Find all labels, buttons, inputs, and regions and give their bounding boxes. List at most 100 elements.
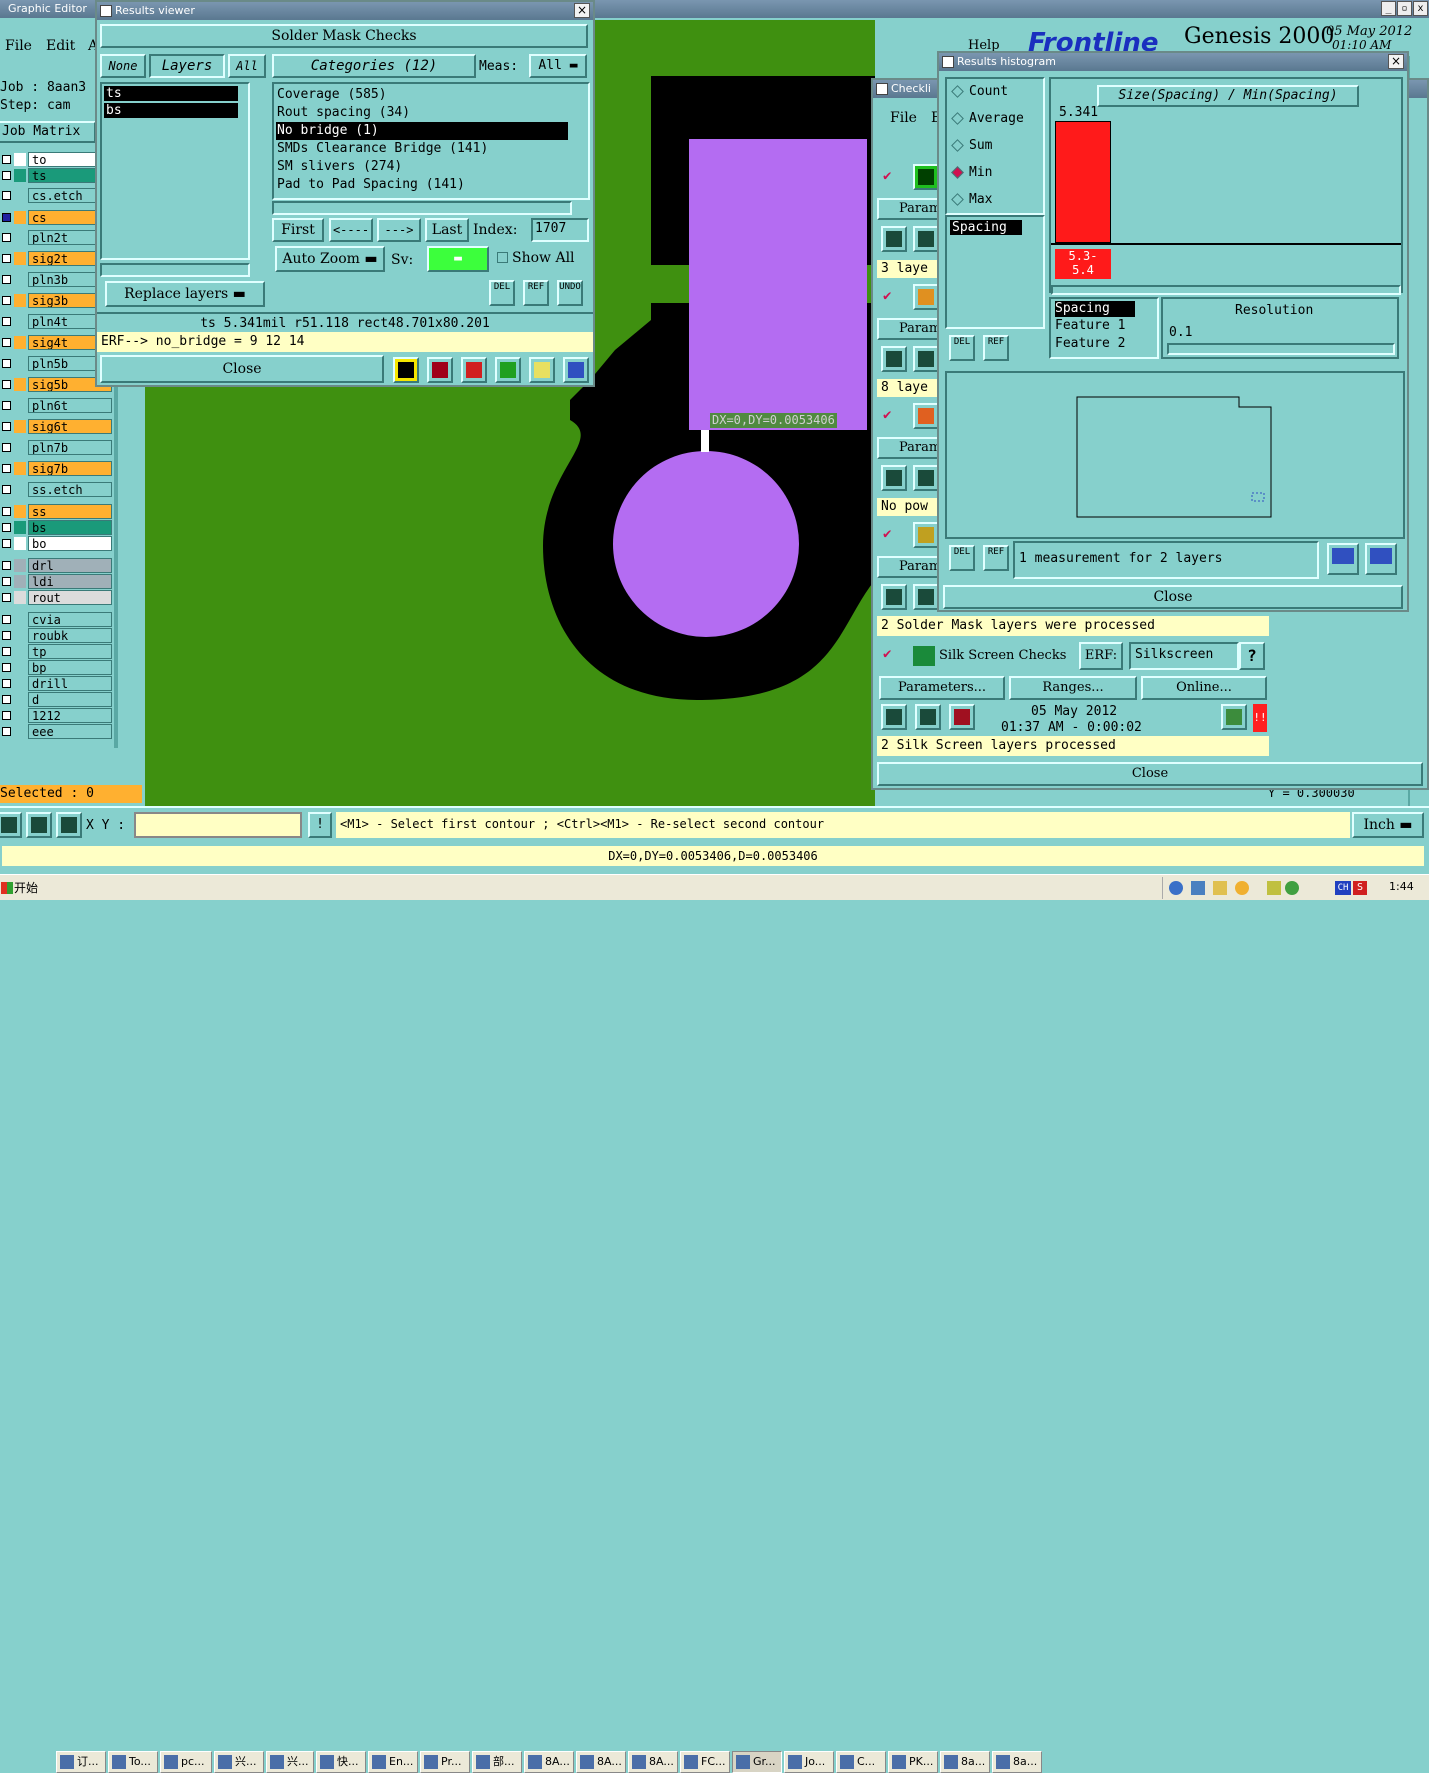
ref-icon[interactable]: REF (523, 280, 549, 306)
run-icon-4a[interactable] (881, 584, 907, 610)
layer-checkbox[interactable] (2, 296, 11, 305)
layer-checkbox[interactable] (2, 359, 11, 368)
layer-row[interactable]: d (0, 692, 112, 707)
meas-select[interactable]: All ▬ (529, 54, 587, 78)
run-icon-2a[interactable] (881, 346, 907, 372)
category-item[interactable]: No bridge (1) (276, 122, 568, 140)
taskbar-item[interactable]: pc... (160, 1751, 212, 1773)
taskbar-item[interactable]: 8A... (524, 1751, 574, 1773)
silk-help-button[interactable]: ? (1239, 642, 1265, 670)
category-item[interactable]: Rout spacing (34) (276, 104, 568, 122)
layer-checkbox[interactable] (2, 679, 11, 688)
taskbar-item[interactable]: 8A... (628, 1751, 678, 1773)
tray-ie-icon[interactable] (1169, 881, 1183, 895)
taskbar-item[interactable]: PK... (888, 1751, 938, 1773)
feature-spacing[interactable]: Spacing (1055, 301, 1135, 317)
tab-none[interactable]: None (100, 54, 146, 78)
report-icon[interactable] (529, 357, 555, 383)
layer-checkbox[interactable] (2, 695, 11, 704)
units-select[interactable]: Inch ▬ (1352, 812, 1424, 838)
info-button[interactable]: ! (308, 812, 332, 838)
layer-checkbox[interactable] (2, 631, 11, 640)
param-button-4[interactable]: Param (877, 556, 941, 578)
feature-1[interactable]: Feature 1 (1055, 317, 1157, 335)
index-input[interactable]: 1707 (531, 218, 589, 242)
checklist-menu-file[interactable]: File (890, 110, 917, 126)
run-icon-3a[interactable] (881, 465, 907, 491)
layer-row[interactable]: pln7b (0, 440, 112, 455)
layer-row[interactable]: drl (0, 558, 112, 573)
taskbar-item[interactable]: 兴... (214, 1751, 264, 1773)
layer-checkbox[interactable] (2, 443, 11, 452)
taskbar-item[interactable]: 8a... (992, 1751, 1042, 1773)
taskbar-item[interactable]: 8A... (576, 1751, 626, 1773)
resolution-slider[interactable] (1167, 343, 1395, 355)
checklist-close-button[interactable]: Close (877, 762, 1423, 786)
layer-row[interactable]: cvia (0, 612, 112, 627)
measure-item-spacing[interactable]: Spacing (950, 220, 1022, 235)
layer-row[interactable]: pln6t (0, 398, 112, 413)
taskbar-item[interactable]: En... (368, 1751, 418, 1773)
histogram-close-button[interactable]: Close (943, 585, 1403, 609)
silk-check-mark-icon[interactable]: ✔ (883, 646, 891, 662)
layer-checkbox[interactable] (2, 561, 11, 570)
layer-checkbox[interactable] (2, 191, 11, 200)
undo-icon[interactable]: UNDO (557, 280, 583, 306)
run-icon-3b[interactable] (913, 465, 939, 491)
layer-row[interactable]: eee (0, 724, 112, 739)
measure-list[interactable]: Spacing (945, 215, 1045, 329)
radio-icon[interactable] (951, 139, 964, 152)
radio-icon[interactable] (951, 166, 964, 179)
auto-zoom-select[interactable]: Auto Zoom ▬ (275, 246, 385, 272)
param-button-3[interactable]: Param (877, 437, 941, 459)
hist-ref-icon-2[interactable]: REF (983, 545, 1009, 571)
aggregate-option-max[interactable]: Max (947, 187, 1043, 213)
select-tool-icon[interactable] (0, 812, 22, 838)
histogram-icon[interactable] (563, 357, 589, 383)
check-mark-icon[interactable]: ✔ (883, 407, 891, 423)
last-button[interactable]: Last (425, 218, 469, 242)
ranges-button[interactable]: Ranges... (1009, 676, 1137, 700)
layer-checkbox[interactable] (2, 577, 11, 586)
taskbar-item[interactable]: Pr... (420, 1751, 470, 1773)
histogram-hscroll[interactable] (1051, 285, 1401, 295)
silk-erf-input[interactable]: Silkscreen (1129, 642, 1239, 670)
aggregate-option-min[interactable]: Min (947, 160, 1043, 187)
category-item[interactable]: SMDs Clearance Bridge (141) (276, 140, 568, 158)
categories-list[interactable]: Coverage (585) Rout spacing (34) No bridge… (272, 82, 590, 200)
layer-checkbox[interactable] (2, 317, 11, 326)
highlight-icon[interactable] (393, 357, 419, 383)
layer-checkbox[interactable] (2, 647, 11, 656)
layer-row[interactable]: rout (0, 590, 112, 605)
prev-button[interactable]: <---- (329, 218, 373, 242)
erf-icon[interactable] (461, 357, 487, 383)
minimize-icon[interactable]: _ (1381, 1, 1396, 16)
taskbar-item[interactable]: 订... (56, 1751, 106, 1773)
layer-checkbox[interactable] (2, 663, 11, 672)
radio-icon[interactable] (951, 85, 964, 98)
xy-input[interactable] (134, 812, 302, 838)
taskbar-item[interactable]: 兴... (266, 1751, 314, 1773)
collapse-icon[interactable] (1365, 543, 1397, 575)
tray-network-icon[interactable] (1191, 881, 1205, 895)
export-icon[interactable] (427, 357, 453, 383)
hist-ref-icon[interactable]: REF (983, 335, 1009, 361)
first-button[interactable]: First (272, 218, 324, 242)
layer-row[interactable]: tp (0, 644, 112, 659)
parameters-button[interactable]: Parameters... (879, 676, 1005, 700)
online-button[interactable]: Online... (1141, 676, 1267, 700)
next-button[interactable]: ---> (377, 218, 421, 242)
start-button[interactable]: 开始 (0, 877, 46, 899)
tray-gear-icon[interactable] (1285, 881, 1299, 895)
silk-run-icon-b[interactable] (915, 704, 941, 730)
categories-hscroll[interactable] (272, 201, 572, 215)
layer-row[interactable]: drill (0, 676, 112, 691)
category-item[interactable]: Pad to Pad Spacing (141) (276, 176, 568, 194)
layer-checkbox[interactable] (2, 338, 11, 347)
hist-del-icon[interactable]: DEL (949, 335, 975, 361)
layer-row[interactable]: bs (0, 520, 112, 535)
taskbar-item[interactable]: 部... (472, 1751, 522, 1773)
hist-del-icon-2[interactable]: DEL (949, 545, 975, 571)
feature-2[interactable]: Feature 2 (1055, 335, 1157, 353)
expand-icon[interactable] (1327, 543, 1359, 575)
